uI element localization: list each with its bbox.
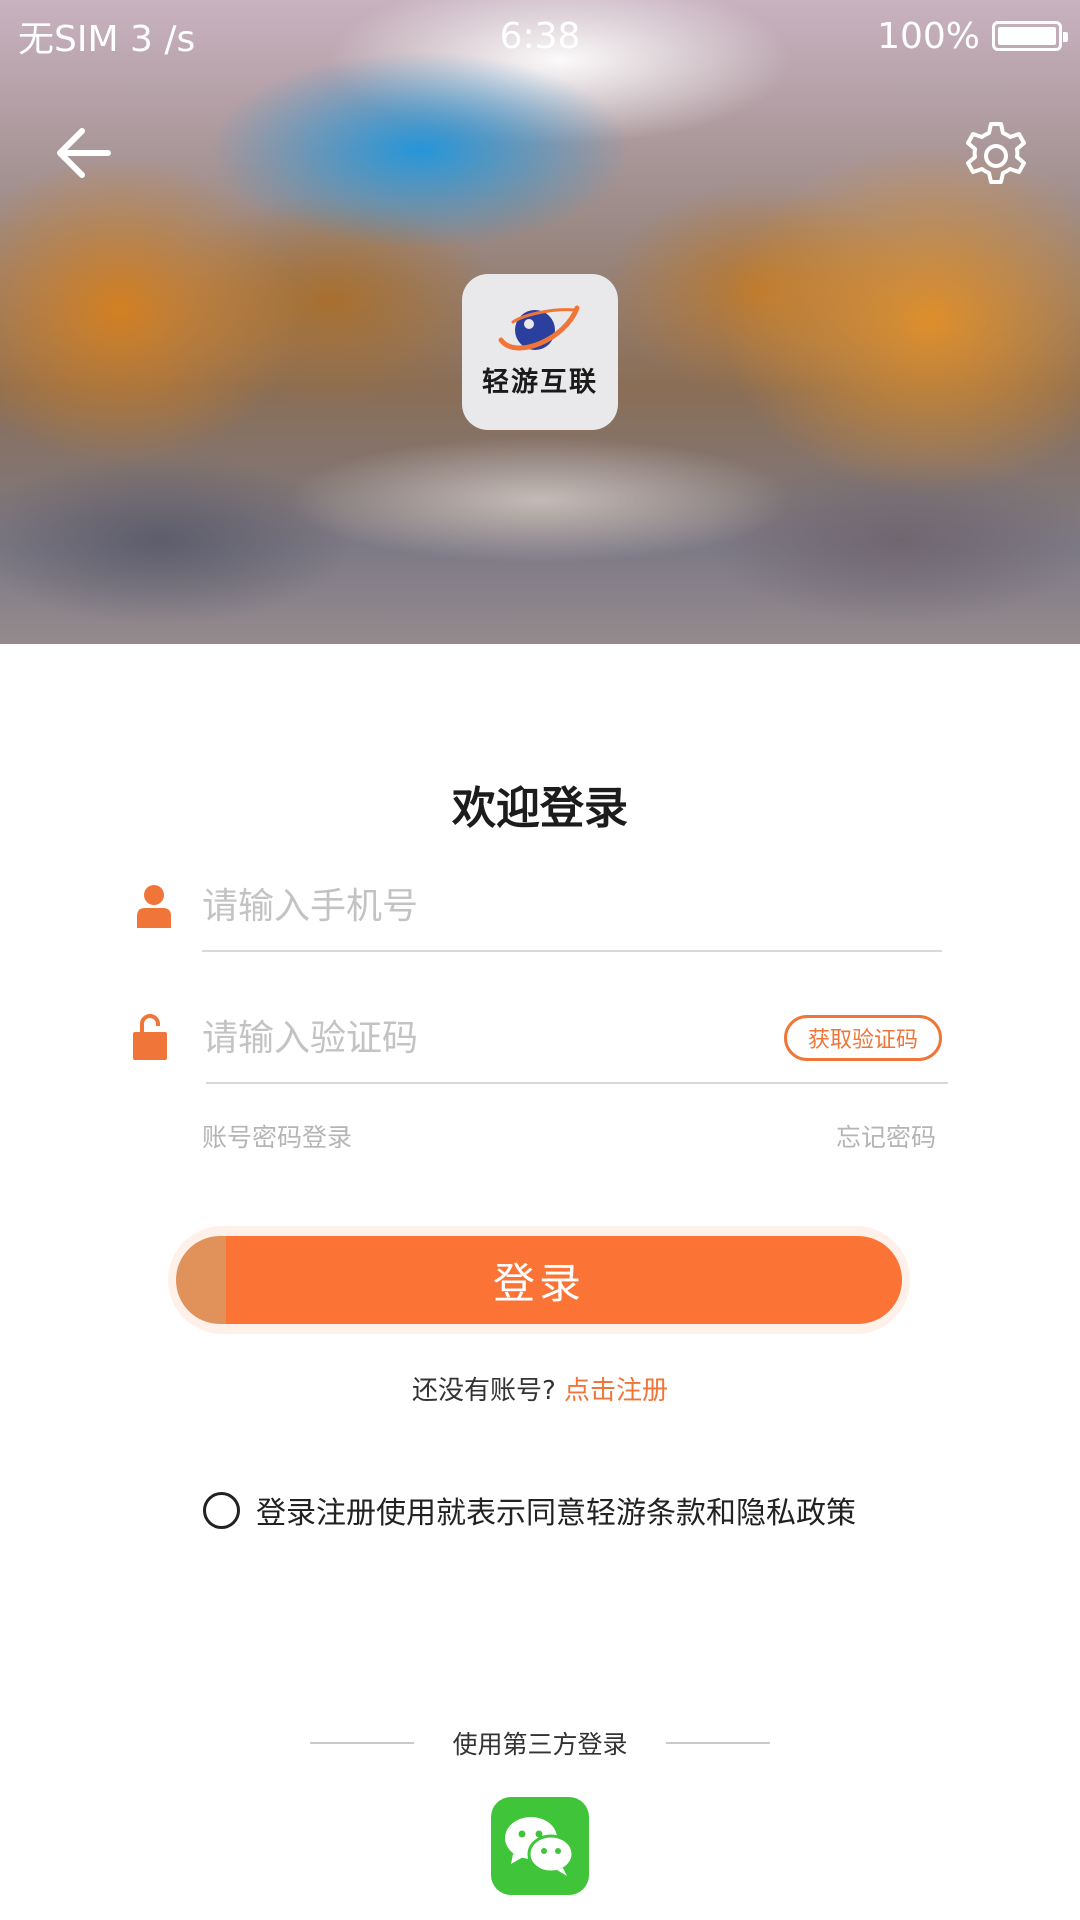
hero-banner: 无SIM 3 /s 6:38 100% 轻游互联	[0, 0, 1080, 644]
divider-right	[666, 1742, 770, 1744]
wechat-login-button[interactable]	[491, 1797, 589, 1895]
register-link[interactable]: 点击注册	[564, 1376, 668, 1406]
unlock-icon	[133, 1014, 167, 1060]
battery-icon	[992, 21, 1068, 51]
gear-icon	[966, 122, 1026, 184]
forgot-password-link[interactable]: 忘记密码	[836, 1118, 936, 1154]
phone-underline	[202, 950, 942, 952]
wechat-icon	[505, 1817, 575, 1876]
third-party-title: 使用第三方登录	[452, 1730, 628, 1759]
back-button[interactable]	[50, 118, 120, 188]
get-code-button[interactable]: 获取验证码	[784, 1015, 942, 1061]
login-button-label: 登录	[176, 1236, 902, 1324]
account-password-login-link[interactable]: 账号密码登录	[202, 1118, 352, 1154]
register-prompt: 还没有账号? 点击注册	[0, 1370, 1080, 1407]
agreement-radio[interactable]	[203, 1491, 240, 1529]
agreement-text: 登录注册使用就表示同意轻游条款和隐私政策	[256, 1496, 856, 1531]
status-bar: 无SIM 3 /s 6:38 100%	[0, 0, 1080, 72]
page-title: 欢迎登录	[452, 783, 628, 834]
app-logo: 轻游互联	[462, 274, 618, 430]
arrow-left-icon	[57, 128, 111, 178]
phone-input[interactable]	[202, 878, 942, 934]
agreement-row[interactable]: 登录注册使用就表示同意轻游条款和隐私政策	[203, 1488, 856, 1532]
code-underline	[206, 1082, 948, 1084]
logo-text: 轻游互联	[482, 366, 598, 398]
planet-logo-icon	[498, 305, 580, 350]
user-icon	[137, 885, 171, 928]
verification-code-input[interactable]	[202, 1010, 762, 1066]
clock: 6:38	[499, 15, 581, 57]
settings-button[interactable]	[958, 118, 1034, 194]
login-button[interactable]: 登录	[168, 1226, 910, 1334]
no-account-text: 还没有账号?	[411, 1376, 556, 1406]
